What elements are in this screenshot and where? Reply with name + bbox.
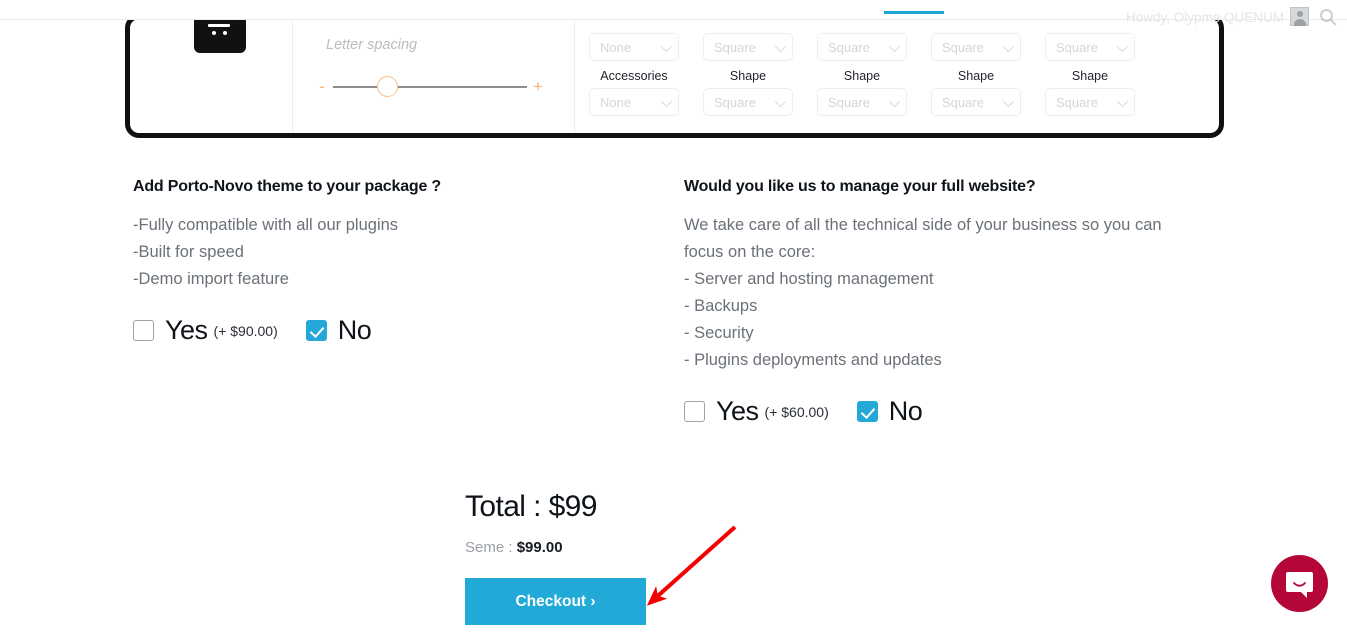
site-header: Seme Signs Designer Features Reviews Pri… <box>0 0 1347 20</box>
line-item: Seme : $99.00 <box>465 539 646 556</box>
manage-yes-label[interactable]: Yes <box>716 396 759 427</box>
line-item-label: Seme : <box>465 539 517 556</box>
chevron-down-icon <box>1002 40 1015 53</box>
manage-upsell-section: Would you like us to manage your full we… <box>684 178 1224 427</box>
letter-spacing-column: Letter spacing - + <box>293 19 575 133</box>
chevron-down-icon <box>1002 95 1015 108</box>
field-label: Shape <box>957 69 995 83</box>
field-label: Shape <box>1071 69 1109 83</box>
theme-upsell-title: Add Porto-Novo theme to your package ? <box>133 178 441 195</box>
designer-mockup-frame: Letter spacing - + None Accessories None… <box>125 14 1224 138</box>
theme-upsell-bullet: -Demo import feature <box>133 270 289 288</box>
field-column: Square Shape Square <box>931 19 1045 116</box>
select-value: Square <box>828 95 870 110</box>
letter-spacing-slider[interactable]: - + <box>315 76 545 97</box>
field-column: None Accessories None <box>589 19 703 116</box>
theme-yes-label[interactable]: Yes <box>165 315 208 346</box>
chevron-down-icon <box>1116 95 1129 108</box>
slider-decrease-icon[interactable]: - <box>315 77 329 97</box>
nav-item-pricing[interactable]: Pricing <box>883 0 945 14</box>
select-value: Square <box>714 95 756 110</box>
field-label: Accessories <box>600 69 668 83</box>
select-value: Square <box>1056 40 1098 55</box>
manage-upsell-bullet: focus on the core: <box>684 243 816 261</box>
select-value: Square <box>942 40 984 55</box>
manage-upsell-bullet: - Backups <box>684 297 758 315</box>
manage-upsell-bullet: - Security <box>684 324 754 342</box>
select-value: Square <box>1056 95 1098 110</box>
manage-upsell-bullet: - Plugins deployments and updates <box>684 351 942 369</box>
select-shape-2-top[interactable]: Square <box>817 33 907 61</box>
theme-upsell-bullet: -Fully compatible with all our plugins <box>133 216 399 234</box>
field-column: Square Shape Square <box>1045 19 1159 116</box>
manage-upsell-bullet: We take care of all the technical side o… <box>684 216 1162 234</box>
select-value: None <box>600 40 632 55</box>
main-nav: Features Reviews Pricing <box>700 0 945 14</box>
nav-item-reviews[interactable]: Reviews <box>797 0 852 14</box>
select-value: Square <box>714 40 756 55</box>
letter-spacing-label: Letter spacing <box>326 37 418 53</box>
field-column: Square Shape Square <box>703 19 817 116</box>
checkout-button[interactable]: Checkout › <box>465 578 646 625</box>
chevron-down-icon <box>1116 40 1129 53</box>
totals-section: Total : $99 Seme : $99.00 Checkout › <box>465 490 646 625</box>
manage-yes-price: (+ $60.00) <box>764 403 829 420</box>
slider-track[interactable] <box>333 76 527 97</box>
select-value: Square <box>942 95 984 110</box>
theme-no-checkbox[interactable] <box>305 320 327 341</box>
line-item-value: $99.00 <box>516 539 563 556</box>
manage-upsell-bullet: - Server and hosting management <box>684 270 934 288</box>
chevron-down-icon <box>888 95 901 108</box>
manage-upsell-title: Would you like us to manage your full we… <box>684 178 1036 195</box>
designer-fields-column: None Accessories None Square Shape Squar… <box>575 19 1219 133</box>
slider-knob[interactable] <box>377 76 398 97</box>
select-accessories-top[interactable]: None <box>589 33 679 61</box>
theme-upsell-section: Add Porto-Novo theme to your package ? -… <box>133 178 653 346</box>
field-column: Square Shape Square <box>817 19 931 116</box>
chevron-down-icon <box>774 40 787 53</box>
total-amount: Total : $99 <box>465 490 597 523</box>
select-value: None <box>600 95 632 110</box>
chevron-down-icon <box>660 95 673 108</box>
select-value: Square <box>828 40 870 55</box>
designer-field-grid: None Accessories None Square Shape Squar… <box>589 19 1159 116</box>
chevron-down-icon <box>888 40 901 53</box>
manage-no-label[interactable]: No <box>889 396 923 427</box>
select-accessories-bottom[interactable]: None <box>589 88 679 116</box>
manage-upsell-choices: Yes (+ $60.00) No <box>684 396 1224 427</box>
field-label: Shape <box>843 69 881 83</box>
page-root: Letter spacing - + None Accessories None… <box>0 0 1347 634</box>
sign-preview-swatch-icon[interactable] <box>194 19 246 53</box>
field-label: Shape <box>729 69 767 83</box>
select-shape-1-top[interactable]: Square <box>703 33 793 61</box>
designer-preview-column <box>130 19 293 133</box>
manage-no-checkbox[interactable] <box>856 401 878 422</box>
manage-yes-checkbox[interactable] <box>684 401 705 422</box>
slider-increase-icon[interactable]: + <box>531 77 545 97</box>
chevron-down-icon <box>660 40 673 53</box>
theme-upsell-choices: Yes (+ $90.00) No <box>133 315 653 346</box>
select-shape-3-top[interactable]: Square <box>931 33 1021 61</box>
theme-yes-price: (+ $90.00) <box>213 322 278 339</box>
theme-no-label[interactable]: No <box>338 315 372 346</box>
select-shape-4-bottom[interactable]: Square <box>1045 88 1135 116</box>
select-shape-4-top[interactable]: Square <box>1045 33 1135 61</box>
select-shape-2-bottom[interactable]: Square <box>817 88 907 116</box>
theme-upsell-bullet: -Built for speed <box>133 243 244 261</box>
chevron-down-icon <box>774 95 787 108</box>
theme-yes-checkbox[interactable] <box>133 320 154 341</box>
select-shape-3-bottom[interactable]: Square <box>931 88 1021 116</box>
nav-item-features[interactable]: Features <box>700 0 757 14</box>
chat-bubble-icon <box>1286 572 1313 598</box>
intercom-launcher-button[interactable] <box>1271 555 1328 612</box>
select-shape-1-bottom[interactable]: Square <box>703 88 793 116</box>
